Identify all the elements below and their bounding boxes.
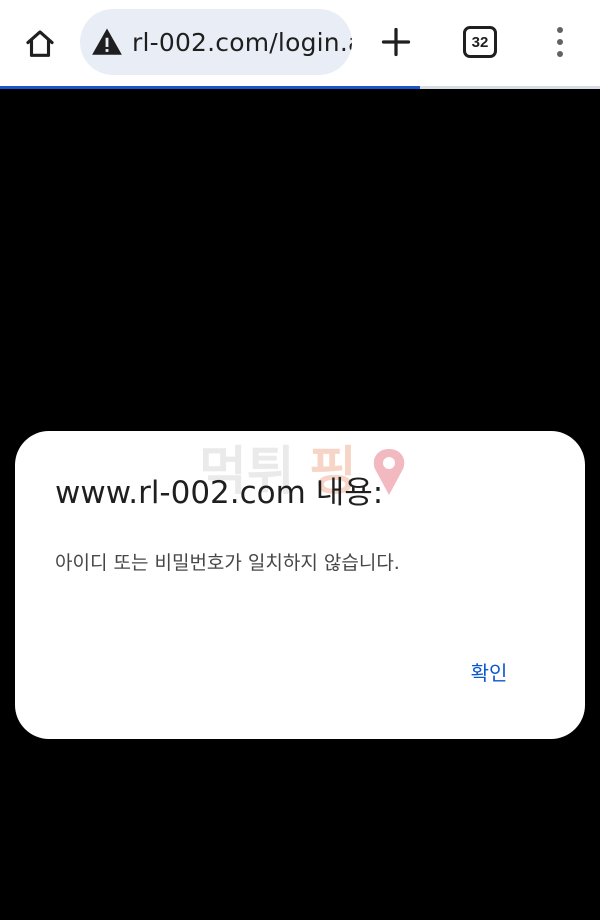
progress-fill [0, 86, 420, 89]
home-icon [26, 30, 54, 57]
confirm-button[interactable]: 확인 [449, 651, 529, 691]
page-load-progress [0, 86, 600, 89]
browser-toolbar: rl-002.com/login.asp 32 [0, 0, 600, 86]
home-button[interactable] [18, 22, 62, 66]
plus-icon [381, 27, 411, 57]
new-tab-button[interactable] [374, 20, 418, 64]
dialog-message: 아이디 또는 비밀번호가 일치하지 않습니다. [55, 552, 400, 574]
alert-dialog: 먹튀 핑 www.rl-002.com 내용: 아이디 또는 비밀번호가 일치하… [15, 431, 585, 739]
more-vert-icon [557, 27, 563, 57]
tab-count: 32 [471, 33, 489, 51]
tab-switcher-icon: 32 [463, 26, 497, 58]
address-bar[interactable]: rl-002.com/login.asp [80, 9, 352, 75]
warning-icon[interactable] [90, 25, 124, 59]
dialog-title: www.rl-002.com 내용: [55, 475, 384, 511]
menu-button[interactable] [540, 20, 580, 64]
tab-switcher-button[interactable]: 32 [459, 21, 501, 63]
url-text[interactable]: rl-002.com/login.asp [132, 28, 352, 57]
